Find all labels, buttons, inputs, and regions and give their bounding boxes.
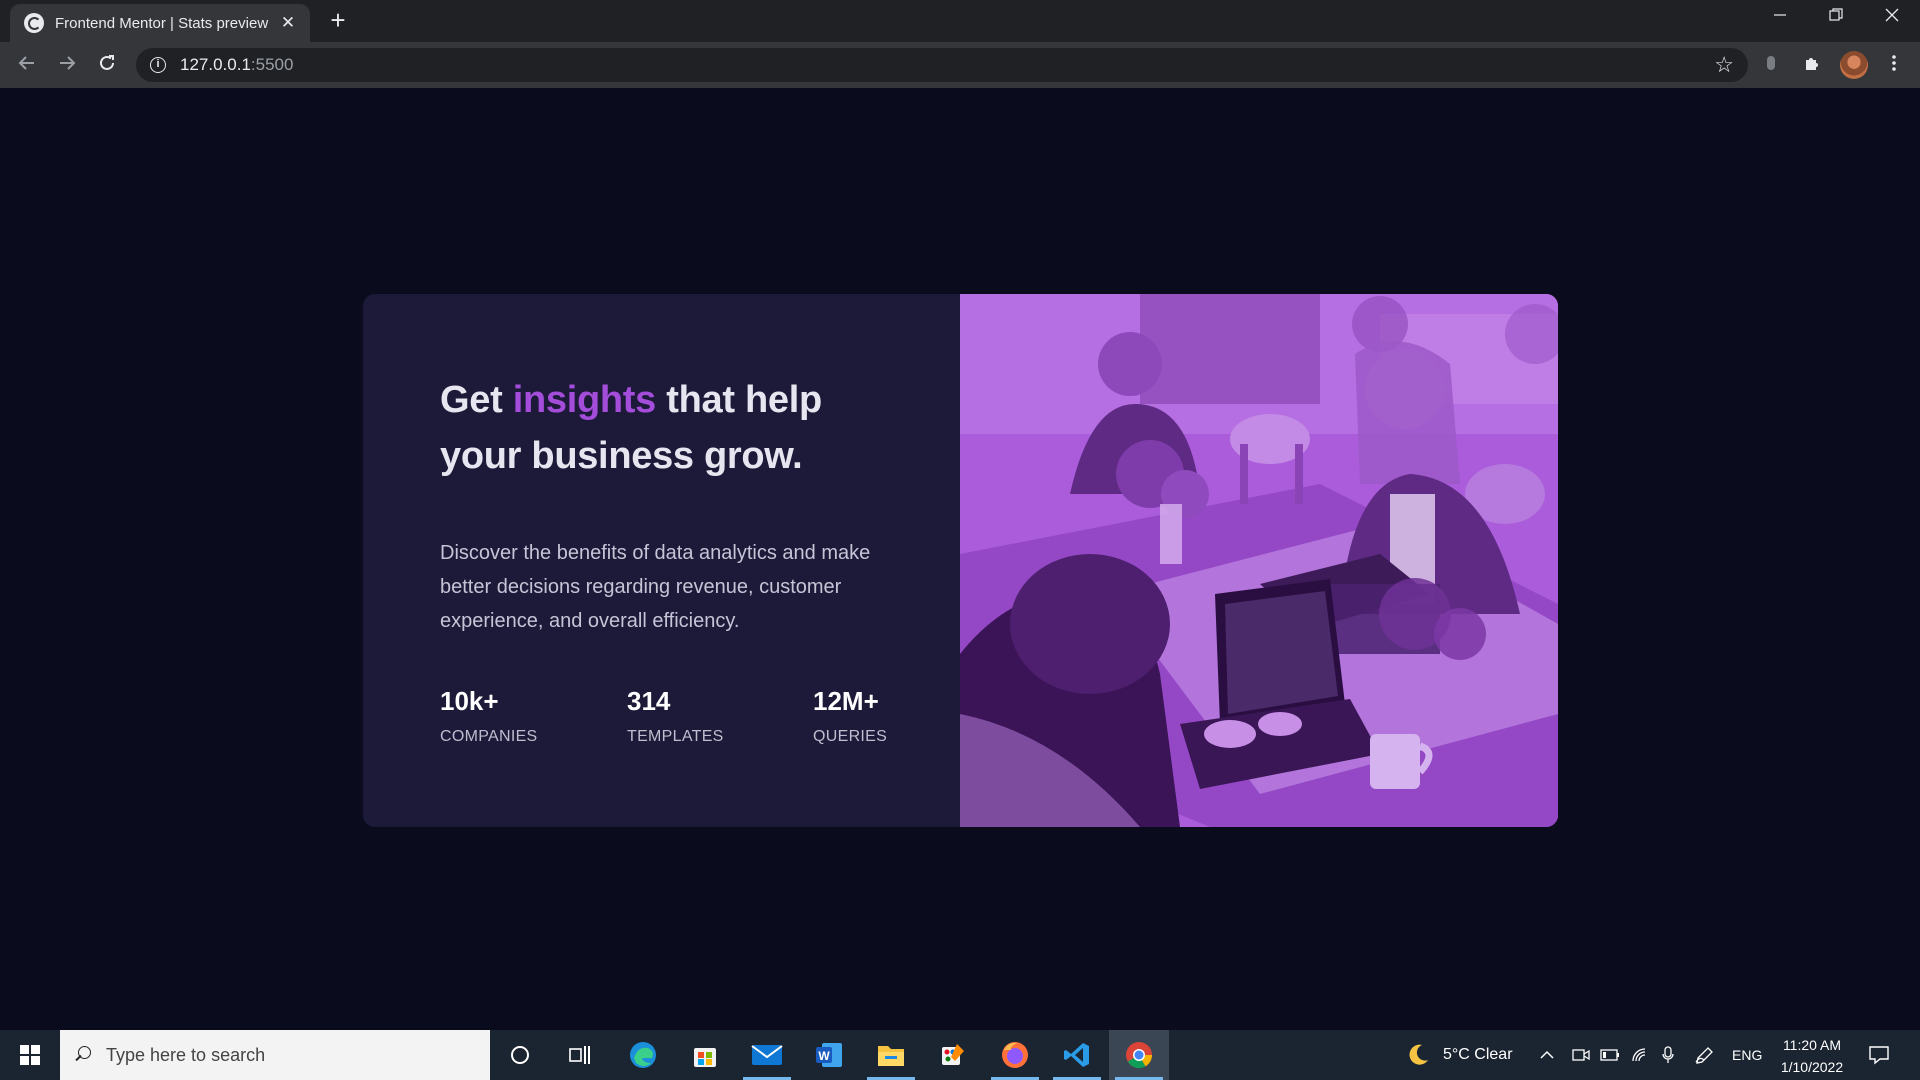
- stat-label: QUERIES: [813, 728, 888, 745]
- firefox-icon[interactable]: [985, 1030, 1045, 1080]
- card-headline: Get insights that help your business gro…: [440, 372, 870, 484]
- clock-date: 1/10/2022: [1780, 1059, 1844, 1075]
- vscode-icon[interactable]: [1047, 1030, 1107, 1080]
- search-placeholder: Type here to search: [106, 1044, 266, 1065]
- chrome-icon[interactable]: [1109, 1030, 1169, 1080]
- clock-time: 11:20 AM: [1782, 1037, 1842, 1053]
- paint-icon[interactable]: [923, 1030, 983, 1080]
- site-info-icon[interactable]: i: [150, 57, 166, 73]
- restore-button[interactable]: [1808, 0, 1864, 38]
- stat-companies: 10k+ COMPANIES: [440, 686, 538, 746]
- url-host: 127.0.0.1: [180, 55, 251, 74]
- show-hidden-icons-chevron-icon[interactable]: [1540, 1030, 1554, 1080]
- extension-icon[interactable]: [1757, 52, 1785, 80]
- weather-text: 5°C Clear: [1443, 1046, 1513, 1063]
- stat-value: 12M+: [813, 686, 879, 716]
- windows-start-icon[interactable]: [0, 1030, 60, 1080]
- new-tab-button[interactable]: +: [324, 6, 352, 34]
- windows-taskbar: Type here to search W 5°C Clear ENG 11:2…: [0, 1030, 1920, 1080]
- browser-menu-icon[interactable]: [1880, 52, 1908, 80]
- page-viewport: Get insights that help your business gro…: [0, 88, 1920, 1030]
- card-text-content: Get insights that help your business gro…: [440, 372, 940, 638]
- browser-toolbar: i 127.0.0.1:5500 ☆: [0, 42, 1920, 88]
- mail-icon[interactable]: [737, 1030, 797, 1080]
- headline-start: Get: [440, 379, 513, 421]
- pen-icon[interactable]: [1694, 1030, 1714, 1080]
- stat-label: TEMPLATES: [627, 728, 724, 745]
- taskbar-search-input[interactable]: Type here to search: [60, 1030, 490, 1080]
- tab-close-icon[interactable]: ✕: [278, 13, 298, 33]
- moon-icon: [1409, 1044, 1428, 1065]
- profile-avatar[interactable]: [1840, 51, 1868, 79]
- cortana-icon[interactable]: [490, 1030, 550, 1080]
- store-icon[interactable]: [675, 1030, 735, 1080]
- card-description: Discover the benefits of data analytics …: [440, 542, 871, 632]
- language-text: ENG: [1732, 1047, 1763, 1063]
- office-team-photo: [960, 294, 1558, 827]
- battery-icon[interactable]: [1600, 1030, 1620, 1080]
- bookmark-star-icon[interactable]: ☆: [1714, 52, 1734, 78]
- volume-mic-icon[interactable]: [1661, 1030, 1675, 1080]
- stats-preview-card: Get insights that help your business gro…: [363, 294, 1558, 827]
- stat-queries: 12M+ QUERIES: [813, 686, 887, 746]
- back-arrow-icon[interactable]: [12, 50, 42, 80]
- url-port: :5500: [250, 55, 294, 74]
- svg-text:W: W: [818, 1049, 830, 1063]
- minimize-button[interactable]: [1752, 0, 1808, 38]
- headline-accent: insights: [512, 379, 657, 421]
- address-bar[interactable]: i 127.0.0.1:5500 ☆: [136, 48, 1748, 82]
- wifi-icon[interactable]: [1631, 1030, 1649, 1080]
- notifications-icon[interactable]: [1868, 1030, 1890, 1080]
- stat-templates: 314 TEMPLATES: [627, 686, 724, 746]
- meet-now-icon[interactable]: [1572, 1030, 1590, 1080]
- reload-icon[interactable]: [92, 50, 122, 80]
- task-view-icon[interactable]: [550, 1030, 610, 1080]
- edge-icon[interactable]: [613, 1030, 673, 1080]
- stat-value: 10k+: [440, 686, 499, 716]
- browser-tab[interactable]: Frontend Mentor | Stats preview ✕: [10, 4, 310, 42]
- tab-title: Frontend Mentor | Stats preview: [55, 14, 269, 32]
- search-icon: [74, 1046, 92, 1064]
- favicon-icon: [24, 13, 44, 33]
- weather-widget[interactable]: 5°C Clear: [1405, 1030, 1513, 1080]
- system-clock[interactable]: 11:20 AM 1/10/2022: [1772, 1034, 1852, 1078]
- extensions-puzzle-icon[interactable]: [1798, 52, 1826, 80]
- browser-tabstrip: Frontend Mentor | Stats preview ✕ +: [0, 0, 1920, 42]
- input-language-indicator[interactable]: ENG: [1732, 1030, 1762, 1080]
- stat-label: COMPANIES: [440, 728, 538, 745]
- close-window-button[interactable]: [1864, 0, 1920, 38]
- word-icon[interactable]: W: [799, 1030, 859, 1080]
- forward-arrow-icon[interactable]: [52, 50, 82, 80]
- file-explorer-icon[interactable]: [861, 1030, 921, 1080]
- stat-value: 314: [627, 686, 671, 716]
